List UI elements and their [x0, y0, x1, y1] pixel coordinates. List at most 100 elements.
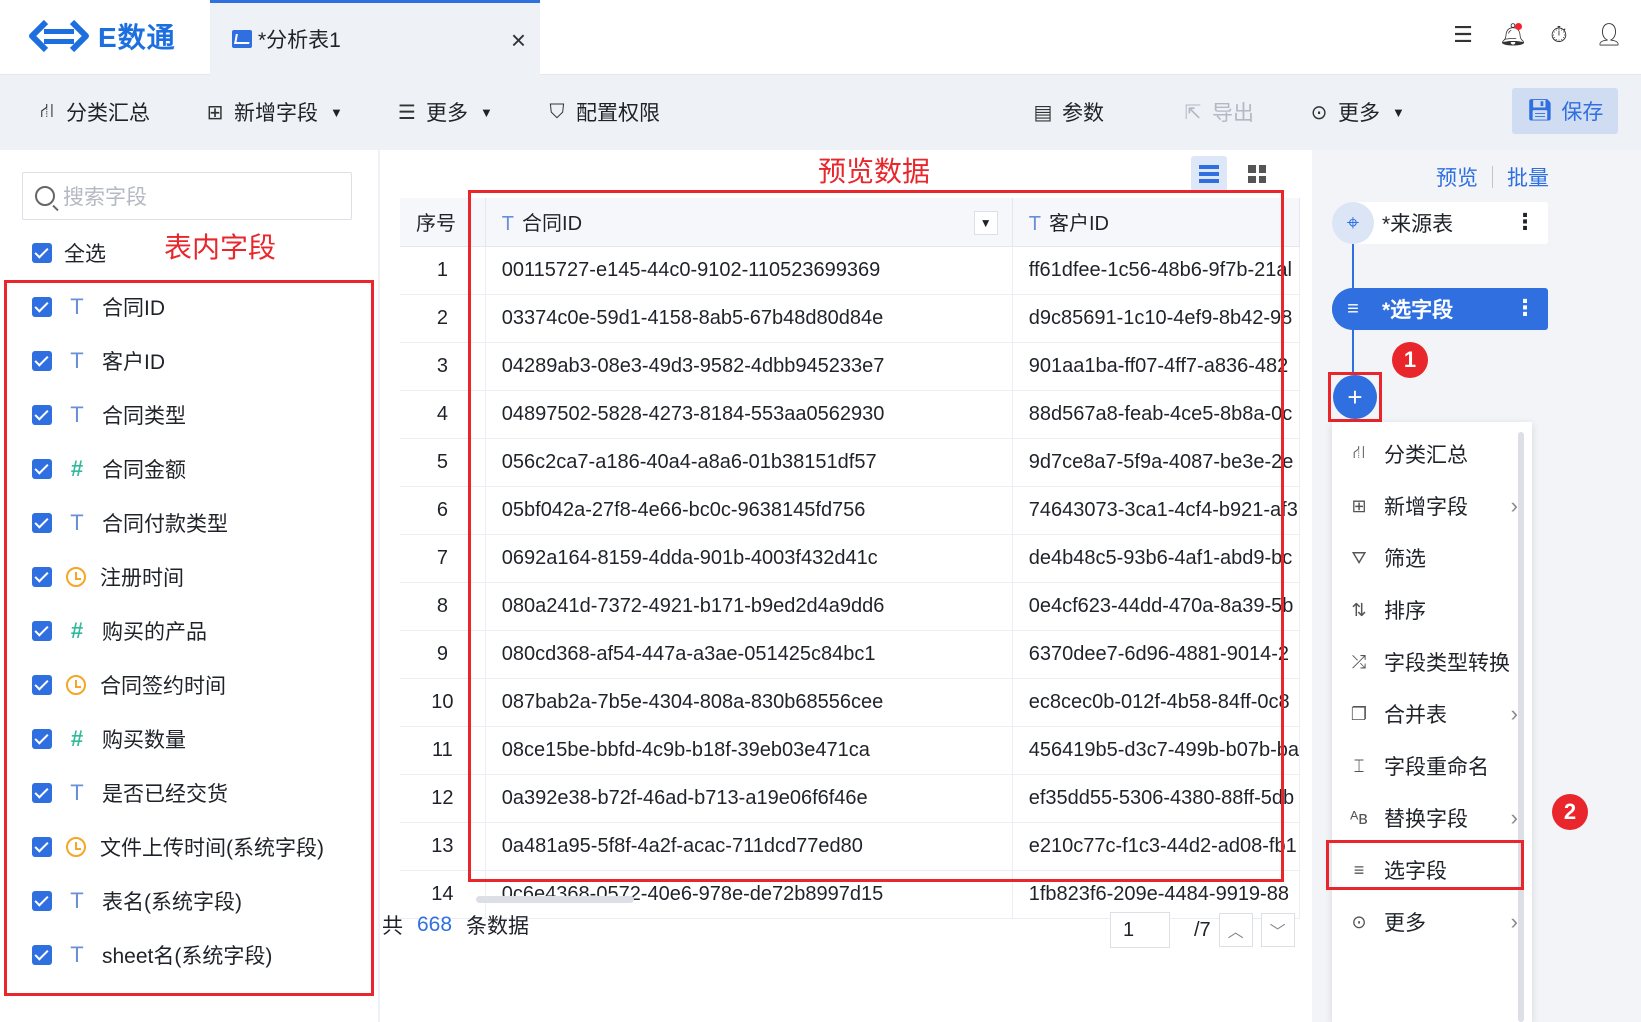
flow-links: 预览 批量 [1436, 162, 1549, 192]
menu-item[interactable]: ⌶ 字段重命名 [1332, 740, 1532, 792]
menu-item-label: 合并表 [1384, 704, 1447, 727]
field-name: 合同签约时间 [100, 675, 226, 698]
menu-item[interactable]: ⤮ 字段类型转换 [1332, 636, 1532, 688]
checkbox-checked[interactable] [32, 297, 52, 317]
params-button[interactable]: ▤ 参数 [1032, 76, 1104, 148]
user-icon[interactable]: 👤︎ [1595, 22, 1623, 48]
text-type-icon: T [70, 402, 84, 427]
text-type-icon: T [70, 888, 84, 913]
menu-item-label: 字段类型转换 [1384, 652, 1510, 675]
menu-item[interactable]: ❐ 合并表 › [1332, 688, 1532, 740]
logo-icon [29, 19, 89, 53]
batch-link[interactable]: 批量 [1507, 162, 1549, 192]
menu-item[interactable]: ⇅ 排序 [1332, 584, 1532, 636]
group-icon: ⛙ [39, 99, 55, 122]
kebab-menu-icon[interactable]: ⋮ [1514, 210, 1536, 234]
more-left-button[interactable]: ☰ 更多 ▼ [396, 76, 493, 148]
field-name: 合同类型 [102, 405, 186, 428]
tab-analysis-sheet[interactable]: *分析表1 × [210, 0, 540, 75]
field-item[interactable]: # 购买数量 [32, 712, 362, 766]
field-item[interactable]: T 表名(系统字段) [32, 874, 362, 928]
sort-icon: ⇅ [1351, 599, 1367, 620]
menu-item[interactable]: ⊙ 更多 › [1332, 896, 1532, 948]
checkbox-checked[interactable] [32, 837, 52, 857]
preview-link[interactable]: 预览 [1436, 162, 1478, 192]
field-item[interactable]: T 客户ID [32, 334, 362, 388]
checkbox-checked[interactable] [32, 891, 52, 911]
field-item[interactable]: 文件上传时间(系统字段) [32, 820, 362, 874]
menu-scrollbar[interactable] [1518, 432, 1524, 1022]
bell-icon[interactable]: 🔔︎ [1499, 22, 1527, 48]
more-icon: ⊙ [1310, 101, 1328, 124]
kebab-menu-icon[interactable]: ⋮ [1514, 296, 1536, 320]
export-icon: ⇱ [1184, 101, 1202, 124]
permissions-button[interactable]: ⛉ 配置权限 [546, 76, 661, 148]
checkbox-checked[interactable] [32, 945, 52, 965]
checkbox-checked[interactable] [32, 729, 52, 749]
table-view-button[interactable] [1191, 156, 1227, 192]
row-count: 668 [417, 913, 453, 936]
page-number-input[interactable]: 1 [1110, 912, 1170, 948]
app-logo[interactable]: E数通 [28, 16, 176, 56]
save-button[interactable]: 💾︎ 保存 [1512, 88, 1618, 134]
list-icon[interactable]: ☰ [1451, 22, 1475, 48]
logo-text: E数通 [98, 22, 176, 53]
horizontal-scrollbar[interactable] [476, 896, 634, 903]
field-name: 购买的产品 [102, 621, 207, 644]
top-icons: ☰ 🔔︎ ⏱︎ 👤︎ [1451, 22, 1623, 48]
checkbox-checked[interactable] [32, 405, 52, 425]
grid-view-button[interactable] [1239, 156, 1275, 192]
text-type-icon: T [70, 348, 84, 373]
prev-page-button[interactable]: ︿ [1218, 913, 1253, 947]
field-name: 注册时间 [100, 567, 184, 590]
flow-node-select-fields[interactable]: ≡ *选字段 ⋮ [1332, 288, 1548, 330]
close-icon[interactable]: × [511, 25, 526, 56]
next-page-button[interactable]: ﹀ [1260, 913, 1295, 947]
clock-icon [66, 567, 86, 587]
divider [1492, 166, 1493, 188]
add-step-button[interactable]: + [1333, 375, 1377, 419]
field-item[interactable]: T 合同ID [32, 280, 362, 334]
field-name: 是否已经交货 [102, 783, 228, 806]
field-item[interactable]: # 合同金额 [32, 442, 362, 496]
checkbox-checked[interactable] [32, 459, 52, 479]
more-right-label: 更多 [1338, 102, 1380, 125]
export-button[interactable]: ⇱ 导出 [1182, 76, 1254, 148]
group-summary-button[interactable]: ⛙ 分类汇总 [36, 76, 150, 148]
add-field-button[interactable]: ⊞ 新增字段 ▼ [204, 76, 343, 148]
menu-item-label: 分类汇总 [1384, 444, 1468, 467]
crosshair-icon: ⌖ [1332, 202, 1374, 244]
list-icon: ☰ [398, 101, 416, 124]
checkbox-checked[interactable] [32, 351, 52, 371]
search-field-input[interactable]: 搜索字段 [22, 172, 352, 220]
export-label: 导出 [1212, 102, 1254, 125]
node-source-label: *来源表 [1382, 213, 1454, 236]
checkbox-checked[interactable] [32, 783, 52, 803]
menu-item[interactable]: ᴬʙ 替换字段 › [1332, 792, 1532, 844]
field-item[interactable]: Tsheet名(系统字段) [32, 928, 362, 982]
field-item[interactable]: T 合同类型 [32, 388, 362, 442]
more-right-button[interactable]: ⊙ 更多 ▼ [1308, 76, 1405, 148]
menu-item-label: 字段重命名 [1384, 756, 1489, 779]
checkbox-checked[interactable] [32, 675, 52, 695]
annotation-box-preview [468, 190, 1284, 882]
menu-item[interactable]: ⛛ 筛选 [1332, 532, 1532, 584]
field-item[interactable]: 注册时间 [32, 550, 362, 604]
menu-item[interactable]: ⛙ 分类汇总 [1332, 428, 1532, 480]
timer-icon[interactable]: ⏱︎ [1547, 22, 1571, 48]
field-item[interactable]: T 合同付款类型 [32, 496, 362, 550]
field-name: 表名(系统字段) [102, 891, 242, 914]
field-item[interactable]: T 是否已经交货 [32, 766, 362, 820]
table-view-icon [1199, 165, 1219, 183]
field-item[interactable]: # 购买的产品 [32, 604, 362, 658]
menu-item[interactable]: ⊞ 新增字段 › [1332, 480, 1532, 532]
checkbox-checked[interactable] [32, 567, 52, 587]
field-item[interactable]: 合同签约时间 [32, 658, 362, 712]
save-label: 保存 [1561, 101, 1604, 124]
flow-node-source[interactable]: ⌖ *来源表 ⋮ [1332, 202, 1548, 244]
checkbox-checked[interactable] [32, 621, 52, 641]
text-type-icon: T [70, 780, 84, 805]
annotation-preview-data: 预览数据 [818, 156, 931, 187]
select-all-checkbox[interactable]: 全选 [32, 238, 106, 268]
checkbox-checked[interactable] [32, 513, 52, 533]
